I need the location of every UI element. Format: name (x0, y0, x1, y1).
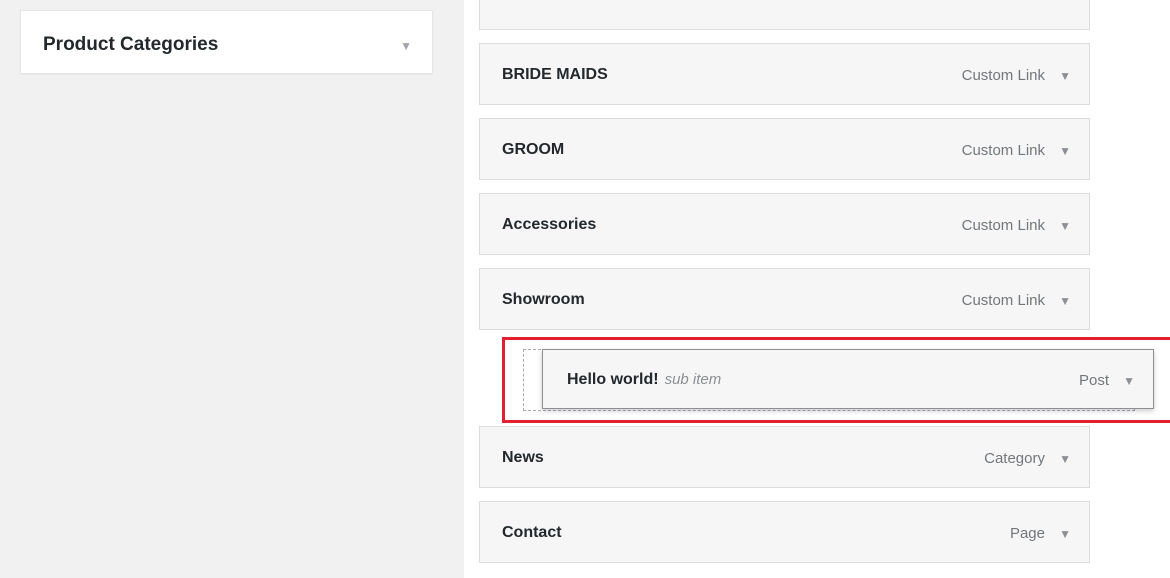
triangle-down-icon[interactable]: ▼ (400, 39, 412, 53)
triangle-down-icon[interactable]: ▼ (1059, 144, 1071, 158)
triangle-down-icon[interactable]: ▼ (1059, 219, 1071, 233)
menu-item-label: News (502, 449, 544, 466)
menu-item-showroom[interactable]: Showroom Custom Link ▼ (479, 268, 1090, 330)
menu-item-type: Category (984, 450, 1045, 467)
menu-item-label: GROOM (502, 141, 565, 158)
triangle-down-icon[interactable]: ▼ (1059, 452, 1071, 466)
menu-item-label: Accessories (502, 216, 597, 233)
product-categories-panel[interactable]: Product Categories ▼ (20, 10, 433, 74)
triangle-down-icon[interactable]: ▼ (1059, 527, 1071, 541)
highlight-box (502, 337, 1170, 423)
menu-item-type: Custom Link (961, 142, 1045, 159)
menu-item-type: Custom Link (961, 67, 1045, 84)
product-categories-title: Product Categories (43, 34, 219, 55)
menu-item-news[interactable]: News Category ▼ (479, 426, 1090, 488)
menu-item-label: BRIDE MAIDS (502, 66, 608, 83)
triangle-down-icon[interactable]: ▼ (1059, 294, 1071, 308)
menu-item-groom[interactable]: GROOM Custom Link ▼ (479, 118, 1090, 180)
menu-item-accessories[interactable]: Accessories Custom Link ▼ (479, 193, 1090, 255)
menu-item-bride-maids[interactable]: BRIDE MAIDS Custom Link ▼ (479, 43, 1090, 105)
menu-item-type: Custom Link (961, 292, 1045, 309)
menu-item-type: Custom Link (961, 217, 1045, 234)
menu-item-partial[interactable] (479, 0, 1090, 30)
menu-item-label: Contact (502, 524, 562, 541)
menu-item-contact[interactable]: Contact Page ▼ (479, 501, 1090, 563)
triangle-down-icon[interactable]: ▼ (1059, 69, 1071, 83)
menu-item-label: Showroom (502, 291, 585, 308)
menu-item-type: Page (1009, 525, 1045, 542)
